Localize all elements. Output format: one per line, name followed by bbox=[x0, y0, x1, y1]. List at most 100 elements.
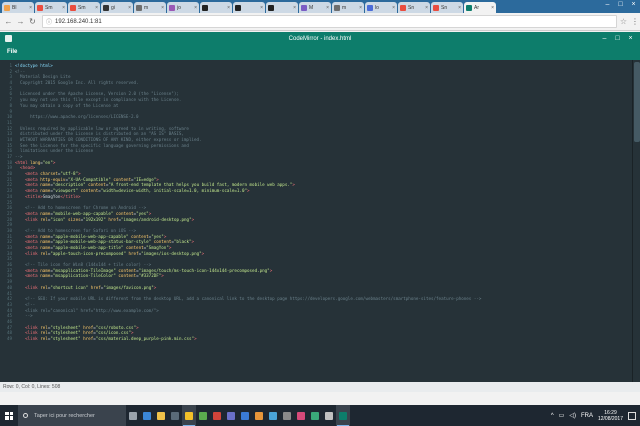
taskbar-search[interactable]: Taper ici pour rechercher bbox=[18, 405, 126, 426]
app-icon-4[interactable] bbox=[238, 405, 252, 426]
code-token: name bbox=[40, 273, 51, 279]
code-token: "description" bbox=[52, 182, 86, 188]
tab-close-icon[interactable]: × bbox=[392, 5, 395, 11]
browser-tab[interactable]: Sm × bbox=[35, 2, 67, 13]
tab-close-icon[interactable]: × bbox=[491, 5, 494, 11]
tab-close-icon[interactable]: × bbox=[227, 5, 230, 11]
code-token: name bbox=[40, 188, 51, 194]
code-token: > bbox=[156, 176, 159, 182]
code-text: --> bbox=[15, 313, 33, 319]
code-token: content bbox=[78, 188, 99, 194]
network-icon[interactable]: ▭ bbox=[559, 412, 565, 419]
app-maximize-icon[interactable]: □ bbox=[611, 32, 624, 46]
browser-tab[interactable]: Bl × bbox=[2, 2, 34, 13]
code-text: <link rel="apple-touch-icon-precomposed"… bbox=[15, 251, 204, 257]
code-line[interactable]: 49 <link rel="stylesheet" href="css/mate… bbox=[0, 336, 632, 342]
menu-file[interactable]: File bbox=[7, 49, 17, 55]
app-close-icon[interactable]: × bbox=[624, 32, 637, 46]
info-icon[interactable]: ⓘ bbox=[46, 17, 52, 26]
tab-close-icon[interactable]: × bbox=[326, 5, 329, 11]
browser-tab[interactable]: × bbox=[233, 2, 265, 13]
chrome-icon[interactable] bbox=[182, 405, 196, 426]
browser-tab[interactable]: M × bbox=[299, 2, 331, 13]
browser-menu-icon[interactable]: ⋮ bbox=[631, 17, 639, 26]
editor-scrollbar[interactable] bbox=[632, 60, 640, 382]
code-token: "msapplication-TileImage" bbox=[52, 267, 116, 273]
app-icon-8[interactable] bbox=[294, 405, 308, 426]
scrollbar-thumb[interactable] bbox=[634, 62, 640, 142]
bookmark-star-icon[interactable]: ☆ bbox=[620, 17, 627, 26]
app-window-controls: – □ × bbox=[598, 32, 637, 46]
app-icon-5[interactable] bbox=[252, 405, 266, 426]
tab-favicon-icon bbox=[400, 4, 406, 11]
code-token: <meta bbox=[25, 245, 41, 250]
app-minimize-icon[interactable]: – bbox=[598, 32, 611, 46]
code-token: Copyright 2015 Google Inc. All rights re… bbox=[15, 80, 139, 86]
close-icon[interactable]: × bbox=[627, 0, 640, 10]
code-token: You may obtain a copy of the License at bbox=[15, 102, 119, 108]
browser-tab[interactable]: lo × bbox=[365, 2, 397, 13]
tab-close-icon[interactable]: × bbox=[359, 5, 362, 11]
action-center-icon[interactable] bbox=[628, 411, 636, 420]
store-icon[interactable] bbox=[168, 405, 182, 426]
code-token: href bbox=[80, 324, 94, 330]
show-hidden-icon[interactable]: ^ bbox=[551, 413, 554, 419]
app-icon-3[interactable] bbox=[224, 405, 238, 426]
app-glyph bbox=[311, 411, 319, 420]
line-number: 49 bbox=[6, 336, 12, 341]
browser-tab[interactable]: m × bbox=[332, 2, 364, 13]
tab-close-icon[interactable]: × bbox=[161, 5, 164, 11]
tab-label: Sm bbox=[45, 4, 53, 11]
code-editor[interactable]: 1 <!doctype html> 2 <!-- 3 Material Design L… bbox=[0, 60, 632, 382]
pinned-apps bbox=[126, 405, 350, 426]
app-icon-9[interactable] bbox=[308, 405, 322, 426]
browser-tab[interactable]: × bbox=[266, 2, 298, 13]
edge-icon[interactable] bbox=[140, 405, 154, 426]
back-icon[interactable]: ← bbox=[3, 16, 14, 27]
tab-close-icon[interactable]: × bbox=[260, 5, 263, 11]
url-input[interactable]: ⓘ 192.168.240.1:81 bbox=[42, 15, 617, 28]
task-view-icon[interactable] bbox=[126, 405, 140, 426]
tab-close-icon[interactable]: × bbox=[29, 5, 32, 11]
status-bar: Row: 0, Col: 0, Lines: 508 bbox=[0, 382, 640, 392]
app-icon-1[interactable] bbox=[196, 405, 210, 426]
app-icon-7[interactable] bbox=[280, 405, 294, 426]
app-icon-2[interactable] bbox=[210, 405, 224, 426]
code-token: "apple-mobile-web-app-title" bbox=[52, 245, 124, 250]
tab-close-icon[interactable]: × bbox=[95, 5, 98, 11]
app-icon-6[interactable] bbox=[266, 405, 280, 426]
app-icon-10[interactable] bbox=[322, 405, 336, 426]
clock[interactable]: 16:29 12/08/2017 bbox=[598, 410, 623, 422]
code-token: lang bbox=[30, 159, 41, 165]
browser-tab[interactable]: Sn × bbox=[431, 2, 463, 13]
volume-icon[interactable]: ◁) bbox=[569, 412, 576, 419]
browser-tab[interactable]: Sn × bbox=[398, 2, 430, 13]
tab-close-icon[interactable]: × bbox=[293, 5, 296, 11]
tab-close-icon[interactable]: × bbox=[194, 5, 197, 11]
minimize-icon[interactable]: – bbox=[601, 0, 614, 10]
maximize-icon[interactable]: □ bbox=[614, 0, 627, 10]
reload-icon[interactable]: ↻ bbox=[27, 16, 38, 27]
browser-tab[interactable]: jo × bbox=[167, 2, 199, 13]
start-button[interactable] bbox=[0, 405, 18, 426]
tab-close-icon[interactable]: × bbox=[62, 5, 65, 11]
browser-tab[interactable]: gi × bbox=[101, 2, 133, 13]
browser-tab[interactable]: Sm × bbox=[68, 2, 100, 13]
tab-close-icon[interactable]: × bbox=[458, 5, 461, 11]
code-text: <!-- SEO: If your mobile URL is differen… bbox=[15, 296, 481, 302]
code-token: See the License for the specific languag… bbox=[15, 142, 189, 148]
code-text: <link rel="icon" sizes="192x192" href="i… bbox=[15, 217, 194, 223]
app-icon-11[interactable] bbox=[336, 405, 350, 426]
forward-icon[interactable]: → bbox=[15, 16, 26, 27]
browser-tab[interactable]: Ar × bbox=[464, 2, 496, 13]
browser-tab[interactable]: m × bbox=[134, 2, 166, 13]
tab-close-icon[interactable]: × bbox=[425, 5, 428, 11]
tab-close-icon[interactable]: × bbox=[128, 5, 131, 11]
code-token: rel bbox=[40, 330, 48, 336]
language-indicator[interactable]: FRA bbox=[581, 413, 593, 419]
explorer-icon[interactable] bbox=[154, 405, 168, 426]
browser-tab[interactable]: × bbox=[200, 2, 232, 13]
code-token: > bbox=[148, 210, 152, 216]
